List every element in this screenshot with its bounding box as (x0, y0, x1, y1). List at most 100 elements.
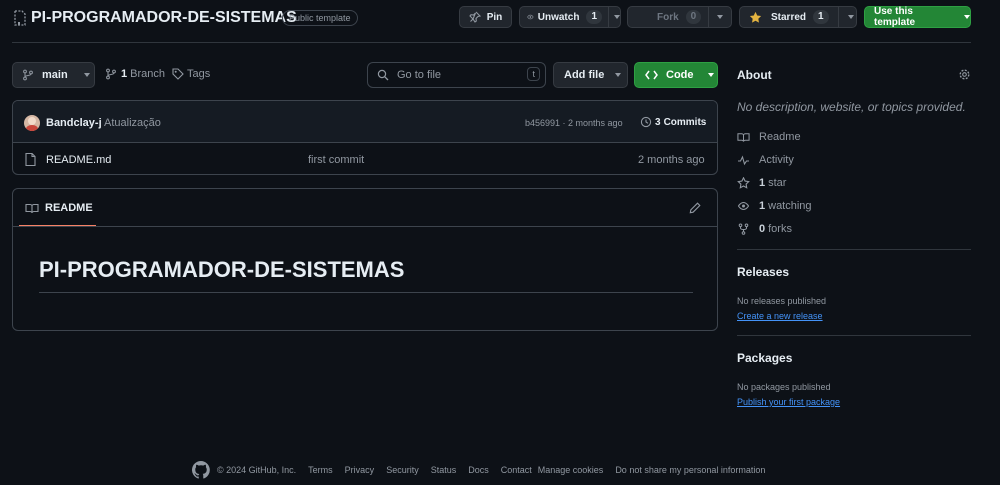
tags-label: Tags (187, 68, 211, 80)
go-to-file-shortcut: t (527, 67, 540, 81)
star-icon (737, 177, 750, 189)
file-commit-time: 2 months ago (638, 154, 705, 166)
stars-link[interactable]: 1 star (737, 177, 786, 189)
pin-label: Pin (486, 11, 503, 23)
activity-link-label: Activity (759, 154, 794, 166)
add-file-button[interactable]: Add file (553, 62, 628, 88)
forks-label: forks (768, 223, 792, 235)
about-title: About (737, 68, 772, 82)
book-icon (25, 203, 39, 213)
stars-count: 1 (759, 177, 766, 189)
latest-commit-bar: Bandclay-j Atualização b456991 · 2 month… (13, 101, 717, 143)
file-commit-message[interactable]: first commit (308, 154, 364, 166)
starred-button[interactable]: Starred 1 (739, 6, 857, 28)
code-label: Code (666, 69, 694, 81)
create-release-link[interactable]: Create a new release (737, 311, 823, 321)
branch-dropdown-icon (83, 73, 90, 77)
code-icon (645, 70, 658, 80)
footer-link-security[interactable]: Security (386, 465, 419, 475)
readme-link[interactable]: Readme (737, 131, 801, 143)
book-icon (737, 132, 750, 142)
pencil-icon[interactable] (689, 202, 701, 214)
unwatch-label: Unwatch (537, 11, 580, 23)
go-to-file-input[interactable]: Go to file t (367, 62, 546, 88)
footer-link-do-not-share[interactable]: Do not share my personal information (615, 465, 765, 475)
stars-label: star (768, 177, 787, 189)
branches-link[interactable]: 1 Branch (105, 68, 165, 80)
footer-link-terms[interactable]: Terms (308, 465, 333, 475)
packages-title[interactable]: Packages (737, 351, 792, 365)
fork-dropdown-icon[interactable] (717, 15, 724, 19)
readme-heading: PI-PROGRAMADOR-DE-SISTEMAS (39, 257, 405, 282)
tag-icon (172, 68, 184, 80)
sidebar-divider (737, 249, 971, 250)
branch-count: 1 (121, 68, 128, 80)
file-icon (25, 153, 36, 166)
starred-label: Starred (771, 11, 807, 23)
footer-copyright: © 2024 GitHub, Inc. (217, 465, 297, 475)
github-logo-icon[interactable] (192, 461, 210, 479)
commit-author[interactable]: Bandclay-j (46, 117, 102, 129)
forks-link[interactable]: 0 forks (737, 223, 792, 235)
packages-empty-text: No packages published (737, 382, 831, 392)
branch-count-label: Branch (130, 68, 165, 80)
visibility-badge: Public template (282, 10, 358, 26)
footer-link-privacy[interactable]: Privacy (345, 465, 375, 475)
fork-count: 0 (685, 10, 702, 24)
footer-link-manage-cookies[interactable]: Manage cookies (538, 465, 604, 475)
watching-link[interactable]: 1 watching (737, 200, 812, 212)
star-filled-icon (749, 11, 762, 23)
releases-title[interactable]: Releases (737, 265, 789, 279)
footer: © 2024 GitHub, Inc. Terms Privacy Securi… (192, 461, 765, 479)
eye-icon (527, 14, 534, 20)
branch-icon (23, 69, 33, 81)
releases-empty-text: No releases published (737, 296, 827, 306)
pin-icon (468, 11, 481, 23)
commit-message[interactable]: Atualização (104, 117, 161, 129)
history-icon (640, 116, 652, 128)
code-button[interactable]: Code (634, 62, 718, 88)
add-file-label: Add file (564, 69, 605, 81)
footer-link-status[interactable]: Status (431, 465, 457, 475)
footer-link-docs[interactable]: Docs (468, 465, 489, 475)
unwatch-dropdown-icon[interactable] (614, 15, 620, 19)
forks-count: 0 (759, 223, 766, 235)
watching-count: 1 (759, 200, 766, 212)
eye-icon (737, 201, 750, 211)
starred-count: 1 (813, 10, 829, 24)
readme-panel: README PI-PROGRAMADOR-DE-SISTEMAS (12, 188, 718, 331)
tags-link[interactable]: Tags (172, 68, 210, 80)
gear-icon[interactable] (958, 68, 971, 81)
pin-button[interactable]: Pin (459, 6, 512, 28)
fork-label: Fork (657, 11, 679, 23)
use-template-dropdown-icon (964, 15, 970, 19)
file-row[interactable]: README.md first commit 2 months ago (13, 143, 717, 174)
publish-package-link[interactable]: Publish your first package (737, 397, 840, 407)
fork-button[interactable]: Fork 0 (627, 6, 732, 28)
unwatch-count: 1 (586, 10, 602, 24)
commits-count: 3 (655, 116, 661, 128)
pulse-icon (738, 154, 749, 165)
readme-tab[interactable]: README (25, 202, 93, 214)
readme-link-label: Readme (759, 131, 801, 143)
unwatch-button[interactable]: Unwatch 1 (519, 6, 621, 28)
readme-header-divider (13, 226, 717, 227)
go-to-file-placeholder: Go to file (397, 69, 442, 81)
fork-icon (738, 223, 749, 235)
avatar[interactable] (24, 115, 40, 131)
about-description: No description, website, or topics provi… (737, 100, 966, 114)
use-template-button[interactable]: Use this template (864, 6, 971, 28)
activity-link[interactable]: Activity (737, 154, 794, 166)
use-template-label: Use this template (874, 6, 916, 28)
commits-label: Commits (663, 116, 707, 128)
commit-hash-time[interactable]: b456991 · 2 months ago (525, 118, 623, 128)
branch-selector[interactable]: main (12, 62, 95, 88)
footer-link-contact[interactable]: Contact (501, 465, 532, 475)
starred-dropdown-icon[interactable] (847, 15, 854, 19)
repo-title[interactable]: PI-PROGRAMADOR-DE-SISTEMAS (31, 9, 297, 27)
commits-link[interactable]: 3 Commits (640, 116, 706, 128)
file-name[interactable]: README.md (46, 154, 111, 166)
branch-icon (106, 68, 116, 80)
code-dropdown-icon (707, 73, 714, 77)
search-icon (377, 69, 389, 81)
